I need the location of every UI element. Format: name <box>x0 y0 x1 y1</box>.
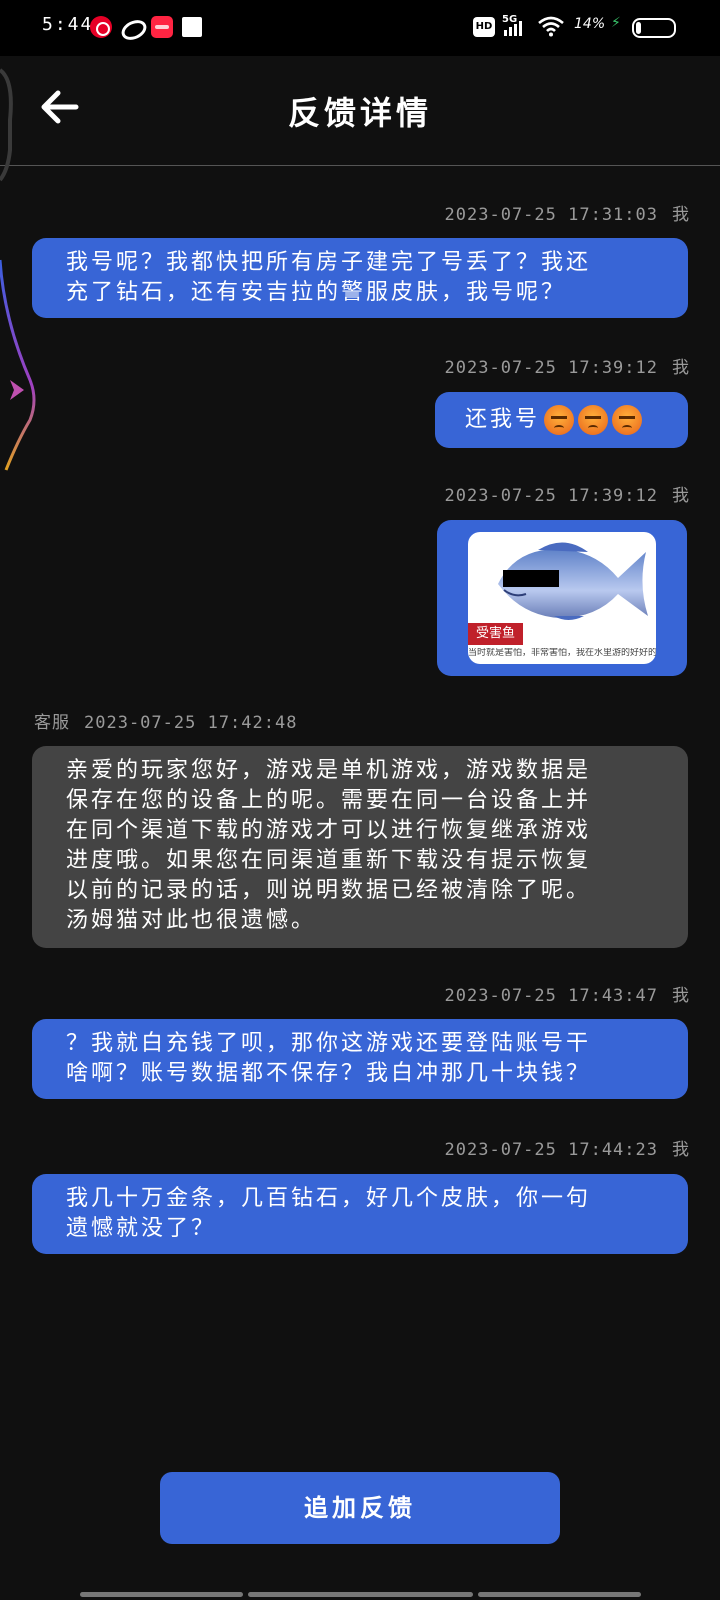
my-image-bubble[interactable]: 受害鱼 当时就是害怕，非常害怕，我在水里游的好好的 <box>437 520 687 676</box>
support-message-bubble[interactable]: 亲爱的玩家您好，游戏是单机游戏，游戏数据是 保存在您的设备上的呢。需要在同一台设… <box>32 746 688 948</box>
status-bar: 5:44 HD 5G 14% ⚡ <box>0 0 720 56</box>
message-line: 我几十万金条，几百钻石，好几个皮肤，你一句 <box>66 1186 592 1211</box>
sender-label: 我 <box>672 986 690 1006</box>
sender-label: 我 <box>672 1140 690 1160</box>
sender-label: 我 <box>672 358 690 378</box>
message-line: 啥啊？账号数据都不保存？我白冲那几十块钱？ <box>66 1061 592 1086</box>
fish-sticker-image[interactable]: 受害鱼 当时就是害怕，非常害怕，我在水里游的好好的 <box>468 532 656 664</box>
wifi-icon <box>538 16 564 37</box>
nav-gesture-bar[interactable] <box>248 1592 473 1597</box>
page-title: 反馈详情 <box>287 94 432 132</box>
message-timestamp: 2023-07-25 17:39:12 我 <box>444 486 690 506</box>
battery-percent: 14% <box>574 16 606 32</box>
charging-icon: ⚡ <box>611 15 621 31</box>
status-time: 5:44 <box>42 14 94 35</box>
message-line: 以前的记录的话，则说明数据已经被清除了呢。 <box>66 878 592 903</box>
message-timestamp: 2023-07-25 17:31:03 我 <box>444 205 690 225</box>
hd-badge: HD <box>473 17 495 37</box>
message-text: 还我号 <box>465 407 541 432</box>
my-message-bubble[interactable]: 我号呢？我都快把所有房子建完了号丢了？我还 充了钻石，还有安吉拉的警服皮肤，我号… <box>32 238 688 318</box>
message-line: 在同个渠道下载的游戏才可以进行恢复继承游戏 <box>66 818 592 843</box>
message-line: 遗憾就没了？ <box>66 1216 217 1241</box>
xiaohongshu-icon <box>151 16 173 38</box>
message-line: 我号呢？我都快把所有房子建完了号丢了？我还 <box>66 250 592 275</box>
message-timestamp: 2023-07-25 17:44:23 我 <box>444 1140 690 1160</box>
message-line: ？我就白充钱了呗，那你这游戏还要登陆账号干 <box>66 1031 592 1056</box>
sender-label: 客服 <box>34 713 70 733</box>
my-message-bubble[interactable]: ？我就白充钱了呗，那你这游戏还要登陆账号干 啥啊？账号数据都不保存？我白冲那几十… <box>32 1019 688 1099</box>
angry-face-icon <box>578 405 609 435</box>
my-message-bubble[interactable]: 还我号 <box>435 392 688 448</box>
my-message-bubble[interactable]: 我几十万金条，几百钻石，好几个皮肤，你一句 遗憾就没了？ <box>32 1174 688 1254</box>
white-square-icon <box>182 17 202 37</box>
message-line: 保存在您的设备上的呢。需要在同一台设备上并 <box>66 788 592 813</box>
nav-gesture-bar <box>478 1592 641 1597</box>
oval-app-icon <box>120 16 142 38</box>
nav-gesture-bar <box>80 1592 243 1597</box>
message-timestamp: 2023-07-25 17:43:47 我 <box>444 986 690 1006</box>
message-line: 充了钻石，还有安吉拉的警服皮肤，我号呢？ <box>66 280 567 305</box>
add-feedback-button[interactable]: 追加反馈 <box>160 1472 560 1544</box>
sticker-caption: 当时就是害怕，非常害怕，我在水里游的好好的 <box>468 648 656 658</box>
battery-icon <box>632 18 676 38</box>
signal-icon: 5G <box>502 14 528 38</box>
sender-label: 我 <box>672 486 690 506</box>
message-timestamp: 2023-07-25 17:39:12 我 <box>444 358 690 378</box>
edge-arrow-icon[interactable] <box>8 378 26 402</box>
header: 反馈详情 <box>0 56 720 166</box>
message-line: 进度哦。如果您在同渠道重新下载没有提示恢复 <box>66 848 592 873</box>
angry-face-icon <box>544 405 575 435</box>
message-line: 汤姆猫对此也很遗憾。 <box>66 908 317 933</box>
message-line: 亲爱的玩家您好，游戏是单机游戏，游戏数据是 <box>66 758 592 783</box>
message-timestamp: 客服 2023-07-25 17:42:48 <box>34 713 298 733</box>
sender-label: 我 <box>672 205 690 225</box>
fish-icon <box>498 542 648 620</box>
angry-face-icon <box>612 405 643 435</box>
sticker-tag: 受害鱼 <box>468 623 524 645</box>
netease-music-icon <box>90 16 112 38</box>
